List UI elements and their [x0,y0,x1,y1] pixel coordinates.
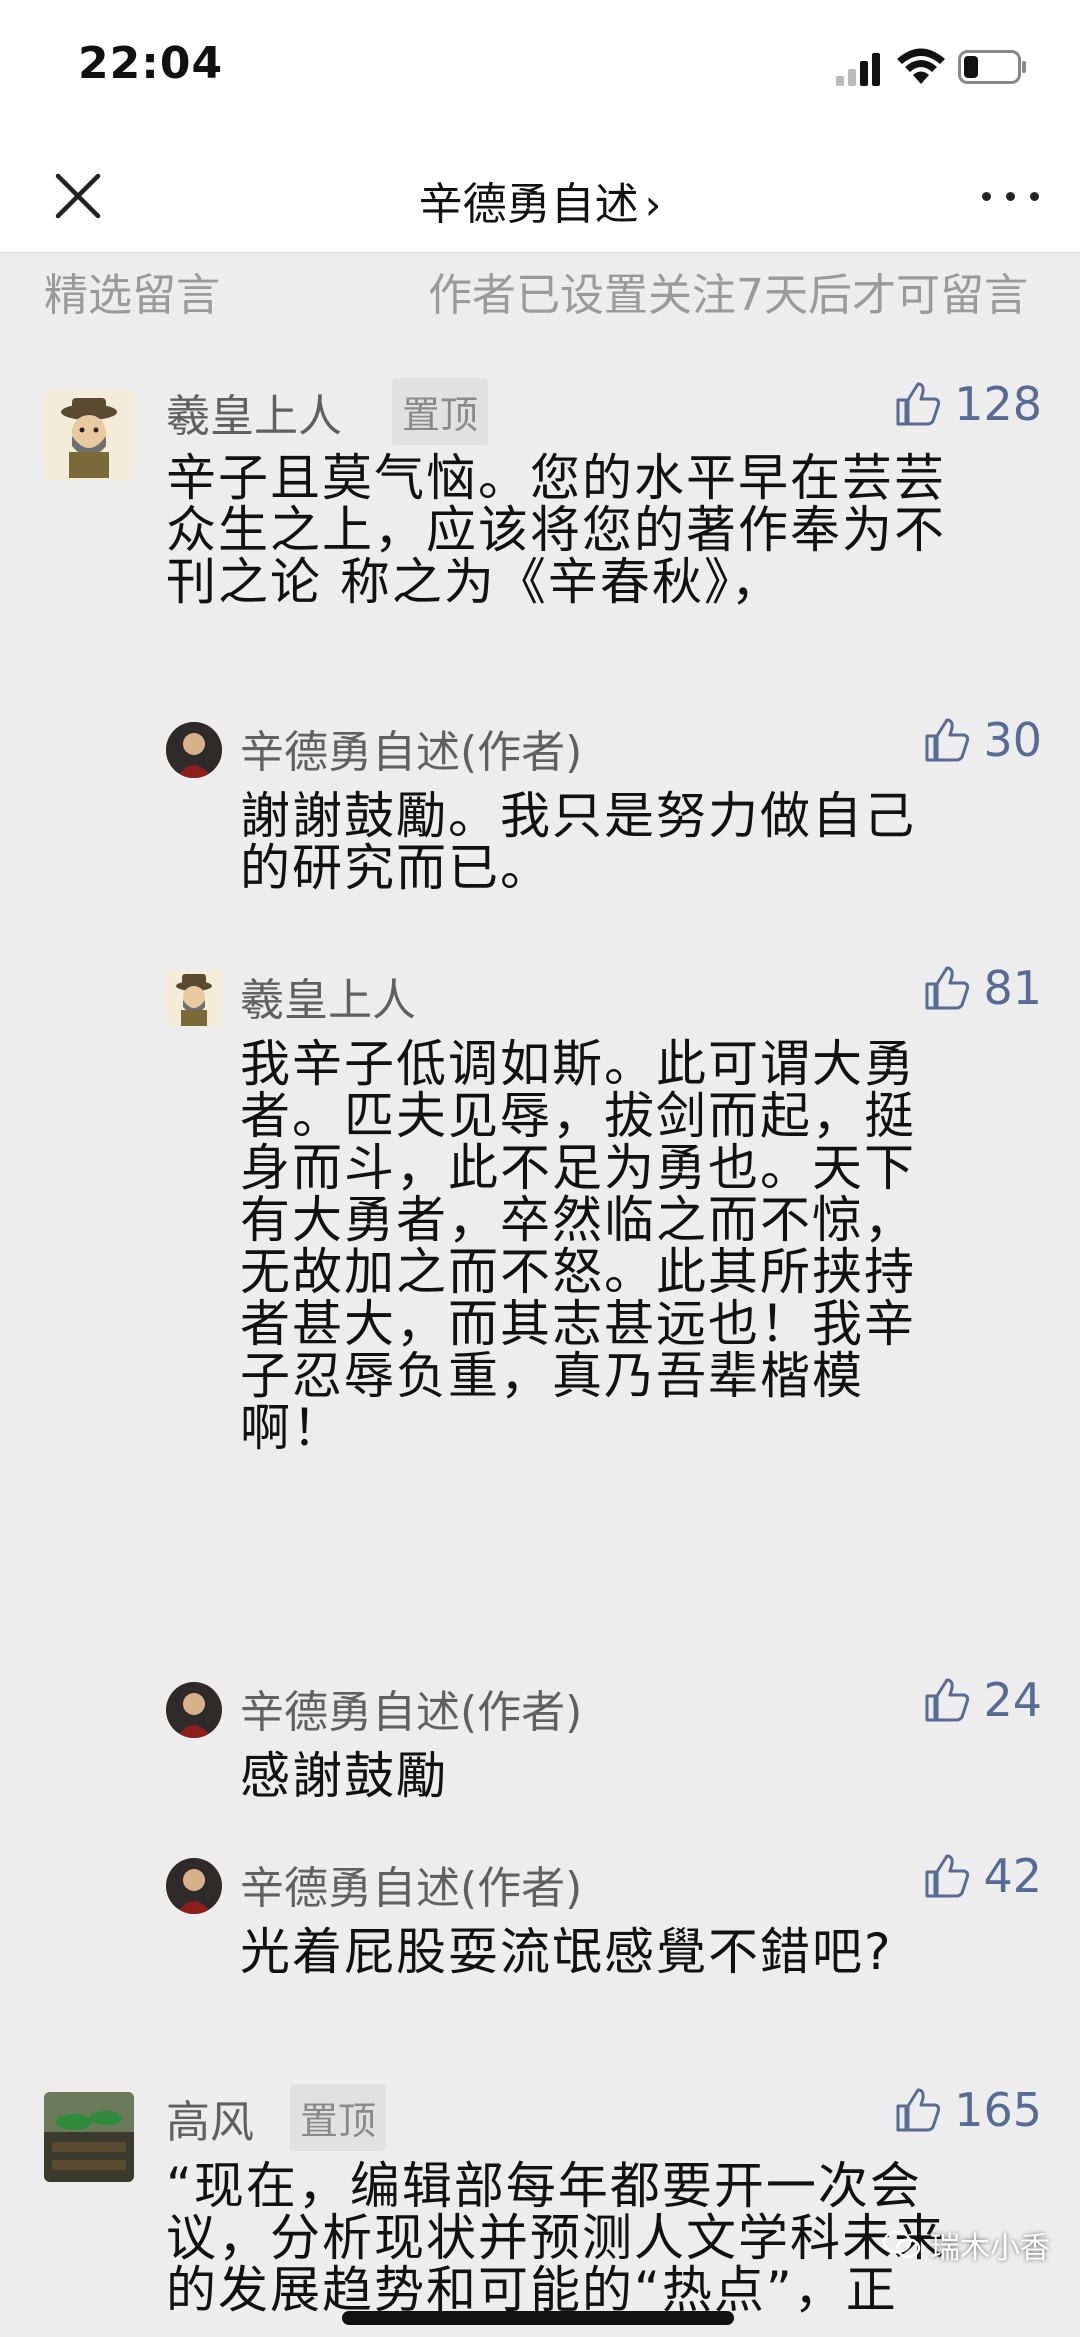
status-bar: 22:04 [0,0,1080,140]
comment-author: 羲皇上人 [166,391,342,442]
more-icon[interactable] [976,168,1046,224]
reply-text: 我辛子低调如斯。此可谓大勇 者。匹夫见辱，拔剑而起，挺 身而斗，此不足为勇也。天… [240,1035,916,1457]
like-button[interactable]: 81 [921,958,1042,1018]
reply-text: 光着屁股耍流氓感覺不錯吧? [240,1923,893,1981]
reply-text: 謝謝鼓勵。我只是努力做自己 的研究而已。 [240,787,916,897]
thumbs-up-icon [925,1854,970,1898]
chevron-right-icon: › [644,180,662,229]
watermark: 瑞木小香 [882,2223,1050,2267]
like-button[interactable]: 165 [892,2080,1042,2140]
comment-text: 辛子且莫气恼。您的水平早在芸芸 众生之上，应该将您的著作奉为不 刊之论 称之为《… [166,449,946,611]
section-title: 精选留言 [44,270,220,321]
pinned-badge: 置顶 [392,378,489,445]
status-time: 22:04 [78,38,224,89]
like-count: 165 [954,2083,1042,2137]
wechat-icon [882,2230,921,2258]
like-button[interactable]: 30 [921,710,1042,770]
like-button[interactable]: 24 [921,1670,1042,1730]
like-count: 42 [983,1849,1042,1903]
battery-icon [958,50,1026,84]
reply-author: 辛德勇自述(作者) [240,1863,583,1914]
comments-header: 精选留言 作者已设置关注7天后才可留言 [0,253,1080,333]
like-button[interactable]: 128 [892,374,1042,434]
reply-text: 感謝鼓勵 [240,1747,448,1805]
avatar[interactable] [166,970,222,1026]
home-indicator[interactable] [342,2311,734,2325]
like-count: 30 [983,713,1042,767]
thumbs-up-icon [925,718,970,762]
pinned-badge: 置顶 [290,2084,387,2151]
wifi-icon [897,48,945,84]
like-count: 81 [983,961,1042,1015]
reply-author: 羲皇上人 [240,975,416,1026]
reply-author: 辛德勇自述(作者) [240,1687,583,1738]
thumbs-up-icon [896,382,941,426]
thumbs-up-icon [925,1678,970,1722]
reply-author: 辛德勇自述(作者) [240,727,583,778]
account-name: 辛德勇自述 [418,179,639,230]
comment-author: 高风 [166,2097,254,2148]
like-count: 128 [954,377,1042,431]
avatar[interactable] [166,722,222,778]
account-title-link[interactable]: 辛德勇自述 › [0,168,1080,232]
signal-icon [836,52,882,86]
like-count: 24 [983,1673,1042,1727]
avatar[interactable] [44,2092,134,2182]
nav-bar: 辛德勇自述 › [0,140,1080,253]
watermark-text: 瑞木小香 [930,2231,1050,2266]
like-button[interactable]: 42 [921,1846,1042,1906]
comment-restriction-note: 作者已设置关注7天后才可留言 [428,270,1028,321]
avatar[interactable] [166,1858,222,1914]
avatar[interactable] [166,1682,222,1738]
thumbs-up-icon [925,966,970,1010]
thumbs-up-icon [896,2088,941,2132]
avatar[interactable] [44,390,134,480]
